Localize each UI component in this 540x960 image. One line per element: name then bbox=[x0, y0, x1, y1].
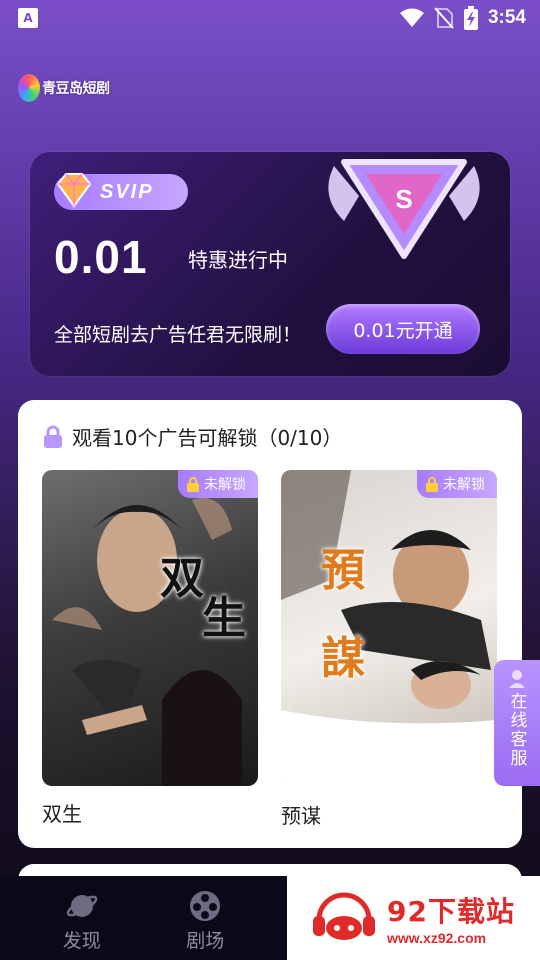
open-vip-button[interactable]: 0.01元开通 bbox=[326, 304, 480, 354]
poster-title: 生 bbox=[202, 593, 246, 644]
logo-mark-icon bbox=[18, 74, 40, 102]
svip-shield-icon: S bbox=[328, 159, 480, 259]
svip-label: SVIP bbox=[100, 180, 154, 203]
watermark-overlay: 92下载站 www.xz92.com bbox=[287, 876, 540, 960]
locked-tag-label: 未解锁 bbox=[204, 477, 246, 493]
promo-label: 特惠进行中 bbox=[188, 248, 288, 272]
lock-icon bbox=[426, 477, 438, 492]
no-sim-icon bbox=[434, 7, 454, 29]
vip-description: 全部短剧去广告任君无限刷！ bbox=[54, 324, 302, 346]
logo-text: 青豆岛短剧 bbox=[42, 81, 110, 97]
watermark-url: www.xz92.com bbox=[387, 930, 487, 946]
wifi-icon bbox=[399, 8, 424, 27]
locked-tag: 未解锁 bbox=[178, 470, 258, 498]
locked-tag: 未解锁 bbox=[417, 470, 497, 498]
nav-discover-label: 发现 bbox=[62, 930, 101, 952]
battery-charging-icon bbox=[463, 6, 478, 30]
notification-icon: A bbox=[18, 8, 38, 28]
status-icons: 3:54 bbox=[399, 6, 526, 30]
vip-price: 0.01 bbox=[54, 231, 148, 283]
locked-tag-label: 未解锁 bbox=[443, 477, 485, 493]
shield-letter: S bbox=[395, 184, 412, 214]
drama-poster-image bbox=[281, 470, 497, 786]
watermark-title: 92下载站 bbox=[387, 895, 515, 928]
vip-promo-card[interactable]: SVIP 0.01 特惠进行中 全部短剧去广告任君无限刷！ 0.01元开通 S bbox=[30, 152, 510, 376]
drama-name[interactable]: 预谋 bbox=[281, 800, 321, 829]
poster-title: 謀 bbox=[321, 633, 365, 684]
unlock-header: 观看10个广告可解锁（0/10） bbox=[42, 422, 342, 451]
poster-title: 双 bbox=[160, 553, 204, 604]
app-logo: 青豆岛短剧 bbox=[18, 74, 110, 102]
agent-avatar-icon bbox=[509, 670, 525, 688]
svip-badge: SVIP bbox=[54, 173, 188, 210]
watermark-text: 92下载站 www.xz92.com bbox=[387, 890, 515, 946]
nav-theater[interactable]: 剧场 bbox=[160, 876, 250, 960]
unlock-title: 观看10个广告可解锁（0/10） bbox=[72, 426, 343, 450]
diamond-icon bbox=[56, 173, 92, 208]
lock-icon bbox=[44, 425, 62, 448]
lock-icon bbox=[187, 477, 199, 492]
nav-discover[interactable]: 发现 bbox=[37, 876, 127, 960]
status-bar: A 3:54 bbox=[0, 0, 540, 36]
nav-theater-label: 剧场 bbox=[186, 930, 225, 952]
poster-title: 預 bbox=[321, 545, 365, 596]
customer-service-label: 在线客服 bbox=[506, 692, 527, 768]
drama-name[interactable]: 双生 bbox=[42, 798, 82, 827]
unlock-panel: 观看10个广告可解锁（0/10） 双 生 未解锁 預 謀 未解锁 双生 预谋 bbox=[18, 400, 522, 848]
film-reel-icon bbox=[190, 891, 221, 921]
bottom-nav: 发现 剧场 bbox=[0, 876, 287, 960]
customer-service-button[interactable]: 在线客服 bbox=[494, 660, 540, 786]
drama-card-yumou[interactable]: 預 謀 未解锁 bbox=[281, 470, 497, 786]
drama-card-shuangsheng[interactable]: 双 生 未解锁 bbox=[42, 470, 258, 786]
planet-icon bbox=[66, 895, 98, 917]
clock: 3:54 bbox=[487, 7, 526, 28]
watermark-logo-icon bbox=[313, 892, 375, 940]
